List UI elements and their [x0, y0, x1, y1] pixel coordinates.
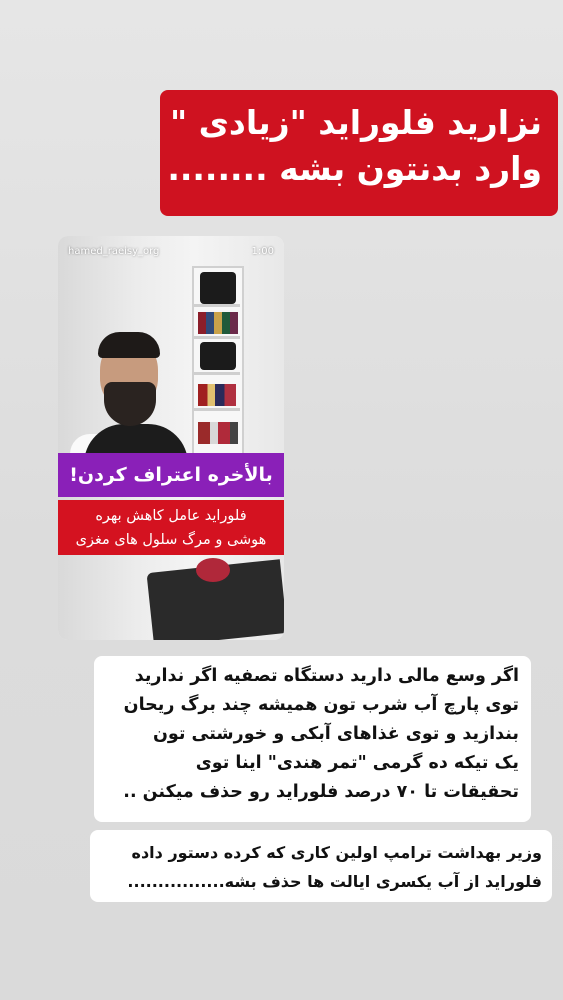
news-line-1: وزیر بهداشت ترامپ اولین کاری که کرده دست… — [131, 843, 542, 862]
books-row — [198, 384, 236, 406]
tip-line-3: بندازید و توی غذاهای آبکی و خورشتی تون — [152, 724, 519, 744]
video-username[interactable]: hamed_raeisy_org — [68, 246, 159, 257]
headline-line-2: وارد بدنتون بشه ........ — [167, 149, 542, 188]
news-text-box: وزیر بهداشت ترامپ اولین کاری که کرده دست… — [90, 830, 552, 902]
tip-text-box: اگر وسع مالی دارید دستگاه تصفیه اگر ندار… — [94, 656, 531, 822]
video-preview-card[interactable]: hamed_raeisy_org 1:00 — [58, 236, 284, 640]
video-caption-red: فلوراید عامل کاهش بهره هوشی و مرگ سلول ه… — [58, 500, 284, 555]
headline-banner: نزارید فلوراید "زیادی " وارد بدنتون بشه … — [160, 90, 558, 216]
video-duration: 1:00 — [251, 246, 274, 257]
tip-line-1: اگر وسع مالی دارید دستگاه تصفیه اگر ندار… — [134, 666, 519, 686]
shelf-board — [194, 304, 240, 307]
shelf-board — [194, 372, 240, 375]
shelf-board — [194, 336, 240, 339]
tip-line-4: یک تیکه ده گرمی "تمر هندی" اینا توی — [195, 753, 519, 773]
shelf-item — [200, 272, 236, 304]
tip-line-5: تحقیقات تا ۷۰ درصد فلوراید رو حذف میکنن … — [123, 782, 519, 802]
shelf-item — [200, 342, 236, 370]
video-caption-red-line-2: هوشی و مرگ سلول های مغزی — [75, 532, 267, 548]
book-emblem — [196, 558, 230, 582]
video-caption-red-line-1: فلوراید عامل کاهش بهره — [95, 508, 247, 524]
person-hair — [98, 332, 160, 358]
books-row — [198, 422, 238, 444]
books-row — [198, 312, 238, 334]
video-caption-purple: بالأخره اعتراف کردن! — [58, 453, 284, 497]
news-line-2: فلوراید از آب یکسری ایالت ها حذف بشه....… — [127, 872, 542, 891]
headline-line-1: نزارید فلوراید "زیادی " — [169, 103, 542, 142]
tip-line-2: توی پارچ آب شرب تون همیشه چند برگ ریحان — [123, 695, 519, 715]
shelf-board — [194, 408, 240, 411]
